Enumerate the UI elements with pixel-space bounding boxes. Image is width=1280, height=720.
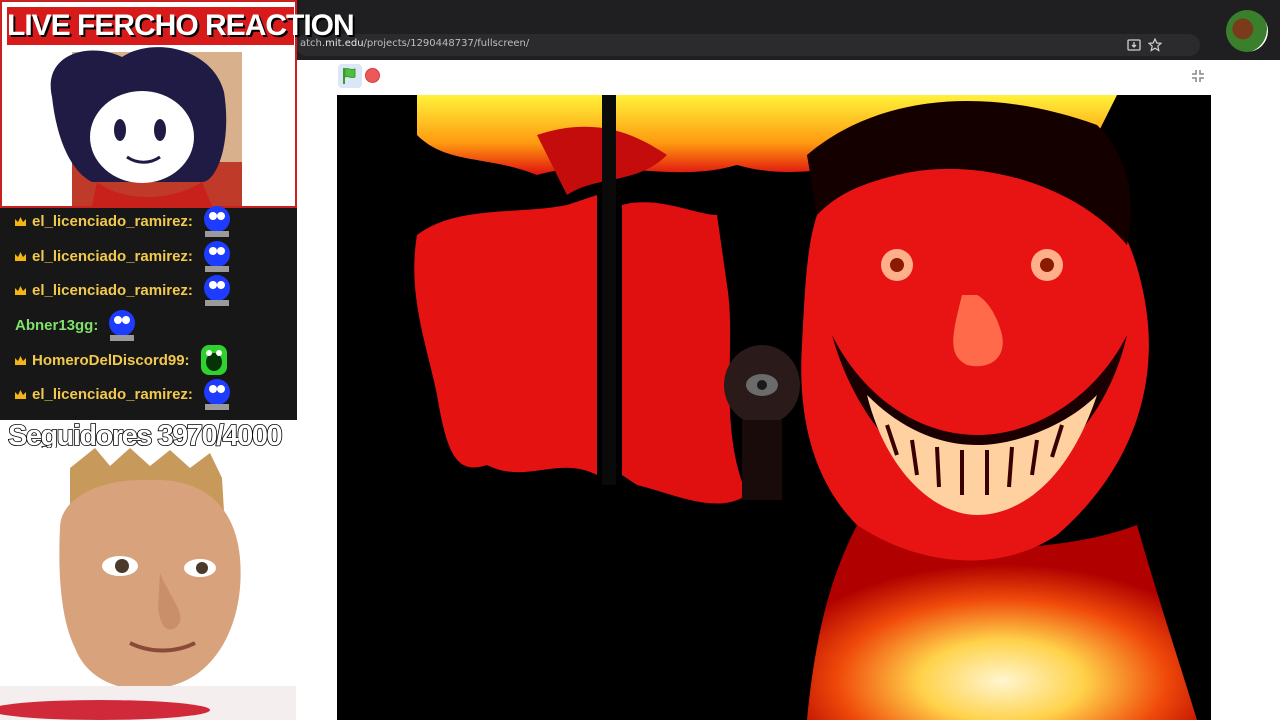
scratch-toolbar (296, 60, 1280, 92)
chat-message: el_licenciado_ramirez: (14, 275, 235, 306)
crown-icon (15, 251, 26, 261)
green-flag-button[interactable] (338, 64, 362, 88)
install-app-icon[interactable] (1127, 38, 1141, 52)
stop-button[interactable] (365, 68, 380, 83)
blue-ghost-emote-icon (203, 206, 230, 237)
chat-username: el_licenciado_ramirez: (32, 247, 193, 265)
chat-username: el_licenciado_ramirez: (32, 385, 193, 403)
blue-ghost-emote-icon (203, 275, 230, 306)
blue-ghost-emote-icon (203, 379, 230, 410)
reaction-banner: LIVE FERCHO REACTION (7, 7, 355, 45)
bookmark-star-icon[interactable] (1148, 38, 1162, 52)
crown-icon (15, 389, 26, 399)
chat-panel: el_licenciado_ramirez: el_licenciado_ram… (0, 206, 297, 420)
crown-icon (15, 285, 26, 295)
chat-message: HomeroDelDiscord99: (14, 345, 232, 375)
chat-message: el_licenciado_ramirez: (14, 241, 235, 272)
chat-message: el_licenciado_ramirez: (14, 206, 235, 237)
green-monster-emote-icon (200, 345, 227, 375)
crown-icon (15, 216, 26, 226)
exit-fullscreen-icon[interactable] (1190, 68, 1206, 84)
profile-avatar[interactable] (1226, 10, 1268, 52)
chat-message: el_licenciado_ramirez: (14, 379, 235, 410)
game-stage[interactable] (337, 95, 1211, 720)
chat-message: Abner13gg: (15, 310, 140, 341)
green-flag-icon (343, 67, 356, 84)
chat-username: el_licenciado_ramirez: (32, 212, 193, 230)
address-bar[interactable]: atch.mit.edu/projects/1290448737/fullscr… (296, 34, 1200, 56)
chat-username: Abner13gg: (15, 316, 99, 334)
chat-username: el_licenciado_ramirez: (32, 281, 193, 299)
meme-face-image (0, 448, 296, 720)
blue-ghost-emote-icon (109, 310, 136, 341)
chat-username: HomeroDelDiscord99: (32, 351, 190, 369)
webcam-reaction-panel: LIVE FERCHO REACTION (0, 0, 355, 208)
crown-icon (15, 355, 26, 365)
blue-ghost-emote-icon (203, 241, 230, 272)
jumpscare-scene (337, 95, 1211, 720)
